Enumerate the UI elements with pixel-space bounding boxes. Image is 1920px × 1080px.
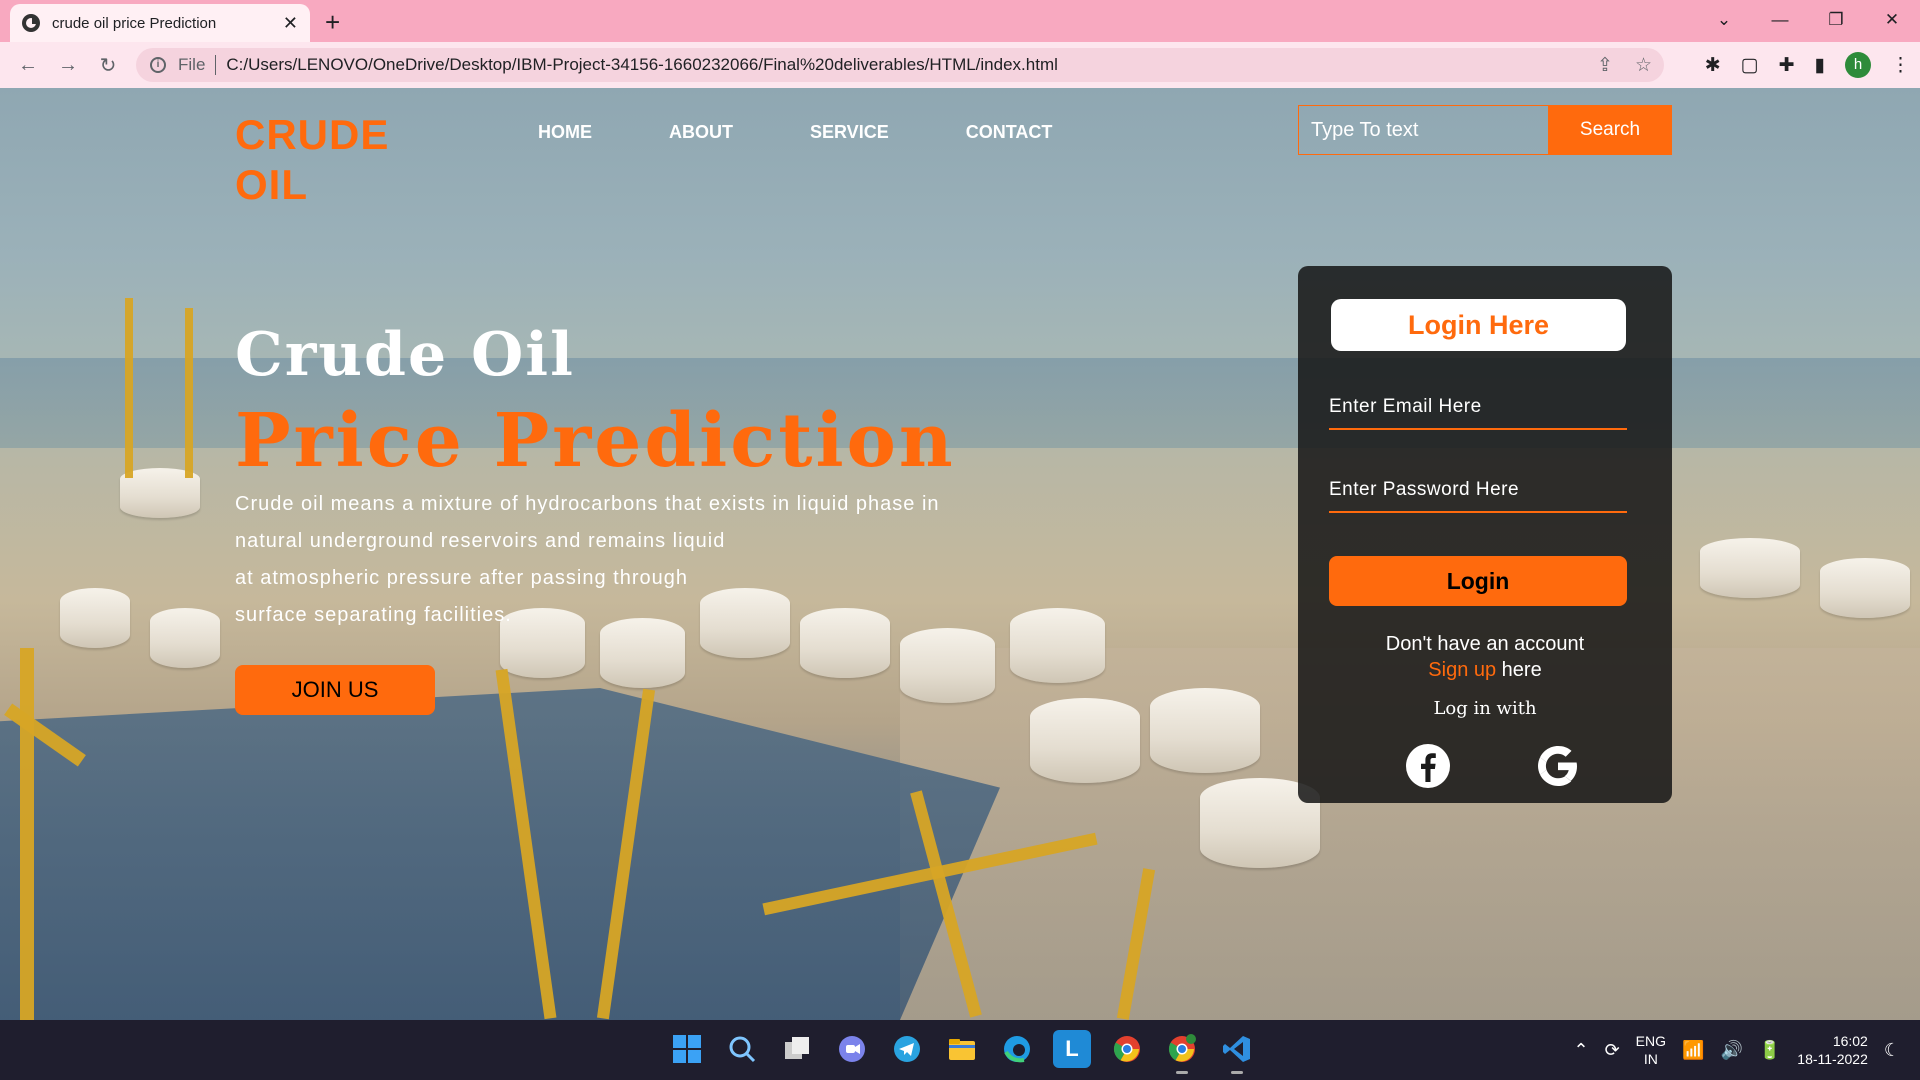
close-window-button[interactable]: ✕ bbox=[1864, 0, 1920, 42]
hero-description-line: at atmospheric pressure after passing th… bbox=[235, 567, 688, 589]
tab-search-icon[interactable]: ⌄ bbox=[1696, 0, 1752, 42]
extension-doc-icon[interactable]: ▢ bbox=[1741, 54, 1759, 77]
signup-link[interactable]: Sign up bbox=[1428, 659, 1496, 681]
battery-icon[interactable]: 🔋 bbox=[1759, 1040, 1781, 1061]
sync-icon[interactable]: ⟳ bbox=[1605, 1040, 1620, 1061]
nav-service[interactable]: SERVICE bbox=[810, 122, 889, 143]
side-panel-icon[interactable]: ▮ bbox=[1815, 54, 1825, 77]
signup-suffix: here bbox=[1496, 659, 1542, 681]
language-indicator[interactable]: ENG IN bbox=[1636, 1032, 1666, 1068]
clock[interactable]: 16:02 18-11-2022 bbox=[1797, 1032, 1868, 1068]
divider bbox=[215, 55, 217, 75]
hero-description-line: natural underground reservoirs and remai… bbox=[235, 530, 726, 552]
login-form: Login Here Login Don't have an account S… bbox=[1298, 266, 1672, 803]
info-icon[interactable]: i bbox=[150, 57, 166, 73]
region-code: IN bbox=[1643, 1051, 1658, 1067]
facebook-icon[interactable] bbox=[1404, 742, 1452, 790]
login-button[interactable]: Login bbox=[1329, 556, 1627, 606]
edge-icon[interactable] bbox=[998, 1030, 1036, 1068]
site-logo[interactable]: CRUDE OIL bbox=[235, 110, 389, 210]
windows-start-icon[interactable] bbox=[668, 1030, 706, 1068]
os-taskbar: L ⌃ ⟳ ENG IN 📶 🔊 🔋 16:02 18-11-2022 ☾ bbox=[0, 1020, 1920, 1080]
browser-tab-bar: crude oil price Prediction ✕ + ⌄ — ❐ ✕ bbox=[0, 0, 1920, 42]
nav-contact[interactable]: CONTACT bbox=[966, 122, 1053, 143]
vscode-icon[interactable] bbox=[1218, 1030, 1256, 1074]
nav-about[interactable]: ABOUT bbox=[669, 122, 733, 143]
language-code: ENG bbox=[1635, 1033, 1667, 1049]
file-explorer-icon[interactable] bbox=[943, 1030, 981, 1068]
hero-description-line: Crude oil means a mixture of hydrocarbon… bbox=[235, 493, 940, 515]
search-input[interactable] bbox=[1298, 105, 1548, 155]
share-icon[interactable]: ⇪ bbox=[1597, 54, 1613, 77]
signup-prompt: Don't have an account Sign up here bbox=[1298, 631, 1672, 683]
telegram-icon[interactable] bbox=[888, 1030, 926, 1068]
task-view-icon[interactable] bbox=[778, 1030, 816, 1068]
system-tray: ⌃ ⟳ ENG IN 📶 🔊 🔋 16:02 18-11-2022 ☾ bbox=[1573, 1020, 1900, 1080]
chrome-icon[interactable] bbox=[1108, 1030, 1146, 1068]
address-bar-actions: ⇪ ☆ bbox=[1597, 48, 1652, 82]
landing-page: CRUDE OIL HOME ABOUT SERVICE CONTACT Sea… bbox=[0, 88, 1920, 1020]
puzzle-icon[interactable]: ✚ bbox=[1779, 54, 1795, 77]
chevron-up-icon[interactable]: ⌃ bbox=[1573, 1040, 1588, 1061]
join-us-button[interactable]: JOIN US bbox=[235, 665, 435, 715]
address-bar[interactable]: i File C:/Users/LENOVO/OneDrive/Desktop/… bbox=[136, 48, 1664, 82]
tab-close-icon[interactable]: ✕ bbox=[283, 13, 298, 34]
chrome-profile-icon[interactable] bbox=[1163, 1030, 1201, 1074]
taskbar-apps: L bbox=[668, 1030, 1256, 1074]
page-viewport: CRUDE OIL HOME ABOUT SERVICE CONTACT Sea… bbox=[0, 88, 1920, 1020]
site-search: Search bbox=[1298, 105, 1672, 155]
search-icon[interactable] bbox=[723, 1030, 761, 1068]
extensions-area: ✱ ▢ ✚ ▮ h ⋮ bbox=[1705, 42, 1910, 88]
volume-icon[interactable]: 🔊 bbox=[1720, 1040, 1742, 1061]
logo-line-2: OIL bbox=[235, 161, 308, 208]
browser-tab[interactable]: crude oil price Prediction ✕ bbox=[10, 4, 310, 42]
signup-line: Sign up here bbox=[1298, 657, 1672, 683]
password-field[interactable] bbox=[1329, 469, 1627, 513]
teams-chat-icon[interactable] bbox=[833, 1030, 871, 1068]
profile-avatar[interactable]: h bbox=[1845, 52, 1871, 78]
reload-icon[interactable]: ↻ bbox=[88, 53, 128, 78]
globe-icon bbox=[22, 14, 40, 32]
no-account-text: Don't have an account bbox=[1385, 633, 1585, 655]
hero-subtitle: Price Prediction bbox=[235, 398, 956, 484]
login-with-label: Log in with bbox=[1433, 698, 1537, 719]
hero-description-line: surface separating facilities. bbox=[235, 604, 512, 626]
logo-line-1: CRUDE bbox=[235, 111, 390, 158]
extension-bug-icon[interactable]: ✱ bbox=[1705, 54, 1721, 77]
clock-time: 16:02 bbox=[1832, 1033, 1868, 1049]
window-controls: ⌄ — ❐ ✕ bbox=[1696, 0, 1920, 42]
back-icon[interactable]: ← bbox=[8, 54, 48, 77]
moon-icon[interactable]: ☾ bbox=[1884, 1040, 1900, 1061]
l-app-icon[interactable]: L bbox=[1053, 1030, 1091, 1068]
wifi-icon[interactable]: 📶 bbox=[1682, 1040, 1704, 1061]
hero-title: Crude Oil bbox=[235, 320, 575, 390]
clock-date: 18-11-2022 bbox=[1797, 1051, 1868, 1067]
scheme-label: File bbox=[178, 55, 206, 74]
email-field[interactable] bbox=[1329, 386, 1627, 430]
new-tab-button[interactable]: + bbox=[325, 7, 340, 38]
restore-button[interactable]: ❐ bbox=[1808, 0, 1864, 42]
hero-description: Crude oil means a mixture of hydrocarbon… bbox=[235, 486, 1035, 634]
main-nav: HOME ABOUT SERVICE CONTACT bbox=[538, 122, 1052, 143]
forward-icon[interactable]: → bbox=[48, 54, 88, 77]
url-text[interactable]: C:/Users/LENOVO/OneDrive/Desktop/IBM-Pro… bbox=[226, 55, 1057, 75]
login-heading: Login Here bbox=[1331, 299, 1626, 351]
menu-dots-icon[interactable]: ⋮ bbox=[1891, 54, 1910, 77]
search-button[interactable]: Search bbox=[1548, 105, 1672, 155]
minimize-button[interactable]: — bbox=[1752, 0, 1808, 42]
browser-toolbar: ← → ↻ i File C:/Users/LENOVO/OneDrive/De… bbox=[0, 42, 1920, 88]
google-icon[interactable] bbox=[1534, 742, 1582, 790]
nav-home[interactable]: HOME bbox=[538, 122, 592, 143]
bookmark-star-icon[interactable]: ☆ bbox=[1635, 54, 1652, 77]
tab-title: crude oil price Prediction bbox=[52, 14, 217, 32]
